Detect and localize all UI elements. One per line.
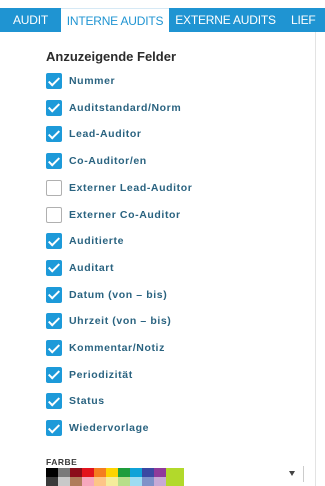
section-heading: Anzuzeigende Felder [46,49,177,64]
field-option-label: Kommentar/Notiz [69,342,165,354]
color-swatch-bottom [118,477,130,486]
checkbox-checked[interactable] [46,126,62,143]
color-swatch-top [118,468,130,477]
color-swatch-bottom [142,477,154,486]
color-swatch-top [46,468,58,477]
color-dropdown-arrow-icon[interactable] [289,471,295,476]
field-option-label: Uhrzeit (von – bis) [69,315,172,328]
checkbox-checked[interactable] [46,340,62,356]
color-swatch-bottom [166,477,184,486]
tab-interne-audits[interactable]: INTERNE AUDITS [61,8,169,32]
checkbox-checked[interactable] [46,233,62,250]
color-swatch[interactable] [82,468,94,486]
color-swatch-bottom [46,477,58,486]
color-swatch-top [70,468,82,477]
checkbox-checked[interactable] [46,420,62,437]
color-swatch[interactable] [70,468,82,486]
color-swatch-bottom [130,477,142,486]
color-swatch-bottom [94,477,106,486]
field-option-label: Status [69,395,105,408]
color-swatch-bottom [106,477,118,486]
color-swatch[interactable] [46,468,58,486]
field-option[interactable]: Auditart [46,259,114,277]
color-swatch[interactable] [118,468,130,486]
color-swatch[interactable] [58,468,70,486]
field-option-label: Auditart [69,261,115,274]
field-option[interactable]: Auditierte [46,232,124,250]
field-option[interactable]: Periodizität [46,366,133,384]
field-option-label: Auditierte [69,235,125,248]
field-option-label: Lead-Auditor [69,128,142,141]
color-swatch[interactable] [106,468,118,486]
color-swatch-top [82,468,94,477]
checkbox-checked[interactable] [46,153,62,170]
field-option[interactable]: Co-Auditor/en [46,152,147,170]
checkbox-unchecked[interactable] [46,206,62,223]
field-option[interactable]: Auditstandard/Norm [46,99,181,117]
color-swatch[interactable] [94,468,106,486]
color-swatch[interactable] [154,468,166,486]
field-option-label: Nummer [69,75,116,87]
checkbox-checked[interactable] [46,366,62,383]
field-option-label: Datum (von – bis) [69,288,168,301]
color-swatch-top [154,468,166,477]
field-option[interactable]: Datum (von – bis) [46,286,167,304]
color-swatch[interactable] [142,468,154,486]
field-option[interactable]: Status [46,392,105,410]
field-option-label: Auditstandard/Norm [69,101,182,114]
color-palette [46,468,184,486]
color-swatch-top [58,468,70,477]
color-swatch-bottom [70,477,82,486]
tab-audit[interactable]: AUDIT [0,8,61,32]
color-swatch-bottom [82,477,94,486]
panel-divider [315,32,316,486]
divider [303,466,304,482]
color-swatch-top [142,468,154,477]
field-option-label: Externer Co-Auditor [69,208,181,221]
field-option-label: Periodizität [69,368,133,381]
color-swatch-top [106,468,118,477]
field-option[interactable]: Kommentar/Notiz [46,339,165,357]
field-option-label: Wiedervorlage [69,422,150,435]
field-option[interactable]: Nummer [46,72,115,90]
field-option[interactable]: Lead-Auditor [46,125,142,143]
color-swatch-top [130,468,142,477]
field-option-label: Co-Auditor/en [69,155,147,168]
checkbox-checked[interactable] [46,313,62,330]
tab-externe-audits[interactable]: EXTERNE AUDITS [169,8,282,32]
color-swatch-top [94,468,106,477]
field-option[interactable]: Wiedervorlage [46,419,149,437]
color-swatch[interactable] [130,468,142,486]
color-swatch-top [166,468,184,477]
color-swatch[interactable] [166,468,184,486]
field-option[interactable]: Uhrzeit (von – bis) [46,312,171,330]
checkbox-unchecked[interactable] [46,179,62,196]
field-option-label: Externer Lead-Auditor [69,181,193,194]
color-swatch-bottom [154,477,166,486]
checkbox-checked[interactable] [46,73,62,89]
checkbox-checked[interactable] [46,259,62,276]
checkbox-checked[interactable] [46,99,62,116]
checkbox-checked[interactable] [46,393,62,410]
color-label: FARBE [46,457,78,467]
checkbox-checked[interactable] [46,286,62,303]
color-swatch-bottom [58,477,70,486]
field-option[interactable]: Externer Co-Auditor [46,206,181,224]
tab-bar: AUDIT INTERNE AUDITS EXTERNE AUDITS LIEF [0,0,325,32]
tab-lieferanten[interactable]: LIEF [282,8,325,32]
field-option[interactable]: Externer Lead-Auditor [46,179,192,197]
